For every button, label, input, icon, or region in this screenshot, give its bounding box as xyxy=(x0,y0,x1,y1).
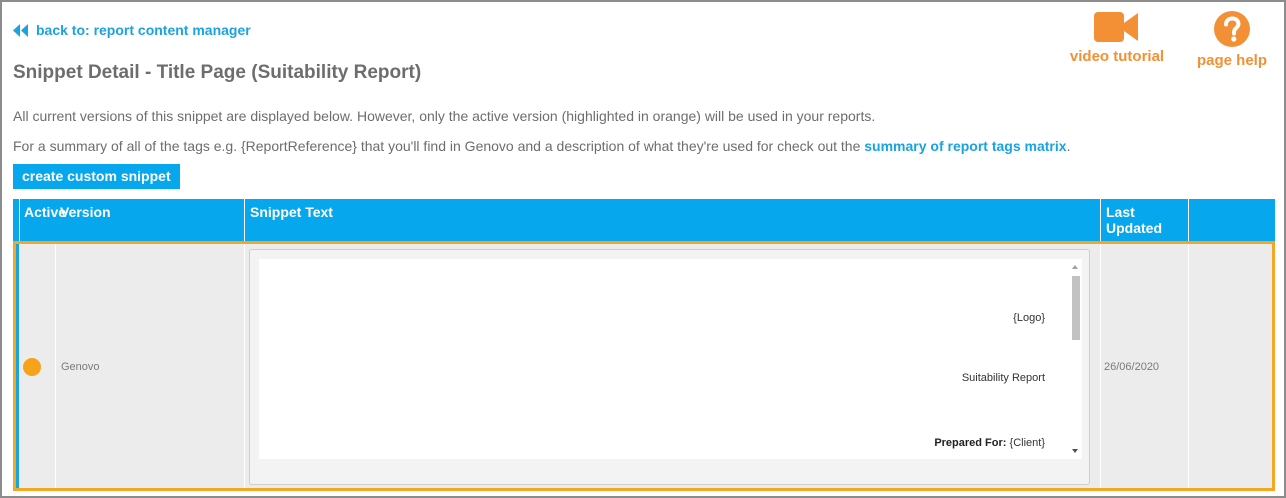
scroll-thumb[interactable] xyxy=(1072,276,1080,340)
header-version: Version xyxy=(60,204,111,220)
intro-text: All current versions of this snippet are… xyxy=(13,108,876,124)
header-last-updated-line1: Last xyxy=(1106,204,1135,220)
cell-divider xyxy=(55,244,56,488)
double-chevron-left-icon xyxy=(13,23,28,37)
scroll-down-arrow-icon[interactable] xyxy=(1072,449,1078,453)
active-status-dot[interactable] xyxy=(23,358,41,376)
cell-divider xyxy=(244,244,245,488)
tags-summary-text: For a summary of all of the tags e.g. {R… xyxy=(13,138,1070,154)
tags-summary-suffix: . xyxy=(1066,138,1071,154)
header-actions xyxy=(1188,199,1275,241)
video-tutorial-button[interactable]: video tutorial xyxy=(1066,10,1168,65)
scroll-up-arrow-icon[interactable] xyxy=(1072,265,1078,269)
tags-summary-prefix: For a summary of all of the tags e.g. {R… xyxy=(13,138,865,154)
header-last-updated: Last Updated xyxy=(1100,199,1188,241)
last-updated-cell: 26/06/2020 xyxy=(1104,361,1160,373)
page-help-button[interactable]: page help xyxy=(1192,10,1272,69)
table-header: Active Version Snippet Text Last Updated xyxy=(13,199,1275,241)
prepared-for-label: Prepared For: xyxy=(934,437,1007,449)
cell-divider xyxy=(1188,244,1189,488)
back-link-label[interactable]: back to: report content manager xyxy=(36,22,251,38)
question-circle-icon xyxy=(1214,11,1250,47)
back-link[interactable]: back to: report content manager xyxy=(13,22,251,38)
page-title: Snippet Detail - Title Page (Suitability… xyxy=(13,62,422,83)
snippet-editor-frame: {Logo} Suitability Report Prepared For: … xyxy=(249,249,1090,485)
tags-matrix-link[interactable]: summary of report tags matrix xyxy=(864,138,1066,154)
snippet-logo-tag: {Logo} xyxy=(1013,312,1045,324)
editor-scrollbar[interactable] xyxy=(1068,259,1082,459)
header-last-updated-line2: Updated xyxy=(1106,220,1162,236)
prepared-for-value: {Client} xyxy=(1009,437,1045,449)
snippet-report-title: Suitability Report xyxy=(961,372,1045,384)
version-cell: Genovo xyxy=(61,361,100,373)
page-frame: back to: report content manager Snippet … xyxy=(0,0,1286,498)
video-tutorial-label[interactable]: video tutorial xyxy=(1070,48,1164,65)
create-custom-snippet-button[interactable]: create custom snippet xyxy=(13,164,180,189)
cell-divider xyxy=(1100,244,1101,488)
page-help-label[interactable]: page help xyxy=(1197,52,1267,69)
active-row-indicator xyxy=(16,244,19,488)
header-snippet-text: Snippet Text xyxy=(244,199,1100,241)
snippet-text-editor[interactable]: {Logo} Suitability Report Prepared For: … xyxy=(259,259,1082,459)
table-row[interactable]: Genovo {Logo} Suitability Report Prepare… xyxy=(13,241,1275,491)
header-active: Active xyxy=(19,199,66,241)
video-camera-icon xyxy=(1094,12,1138,42)
snippet-prepared-for: Prepared For: {Client} xyxy=(934,437,1045,449)
